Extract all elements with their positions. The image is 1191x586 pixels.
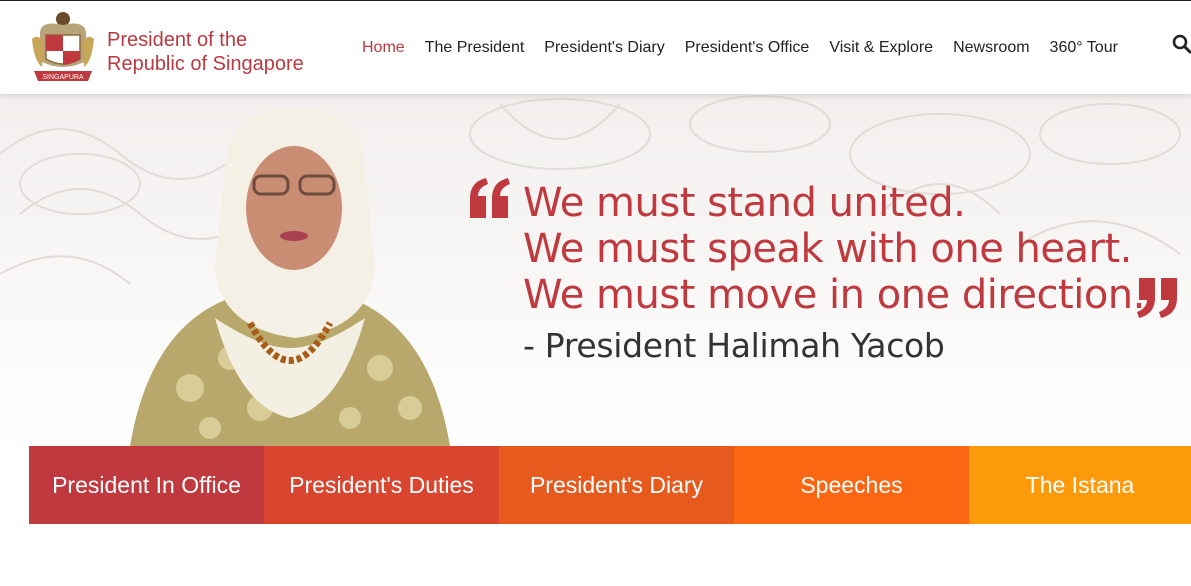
president-portrait-image — [130, 108, 450, 446]
quote-line-3: We must move in one direction. — [523, 272, 1145, 318]
quote-attribution: - President Halimah Yacob — [523, 326, 945, 365]
nav-visit-explore[interactable]: Visit & Explore — [829, 37, 933, 59]
site-header: SINGAPURA President of the Republic of S… — [0, 0, 1191, 94]
quote-line-1: We must stand united. — [523, 180, 966, 226]
main-nav: Home The President President's Diary Pre… — [362, 37, 1138, 59]
hero-banner: We must stand united. We must speak with… — [0, 94, 1191, 446]
site-title[interactable]: President of the Republic of Singapore — [107, 28, 304, 76]
hero-quote: We must stand united. We must speak with… — [523, 180, 1145, 318]
nav-newsroom[interactable]: Newsroom — [953, 37, 1029, 59]
quote-line-2: We must speak with one heart. — [523, 226, 1132, 272]
tile-the-istana[interactable]: The Istana — [969, 446, 1191, 524]
search-icon[interactable] — [1172, 34, 1191, 54]
nav-home[interactable]: Home — [362, 37, 405, 59]
tile-presidents-diary[interactable]: President's Diary — [499, 446, 734, 524]
nav-360-tour[interactable]: 360° Tour — [1050, 37, 1118, 59]
open-quote-icon — [470, 178, 510, 218]
feature-tiles: President In Office President's Duties P… — [29, 446, 1191, 524]
site-title-line1: President of the — [107, 29, 248, 51]
crest-banner-text: SINGAPURA — [42, 74, 84, 81]
tile-president-in-office[interactable]: President In Office — [29, 446, 264, 524]
close-quote-icon — [1137, 278, 1177, 318]
nav-presidents-diary[interactable]: President's Diary — [544, 37, 664, 59]
tile-speeches[interactable]: Speeches — [734, 446, 969, 524]
tile-presidents-duties[interactable]: President's Duties — [264, 446, 499, 524]
nav-the-president[interactable]: The President — [425, 37, 525, 59]
nav-presidents-office[interactable]: President's Office — [685, 37, 810, 59]
site-title-line2: Republic of Singapore — [107, 53, 304, 75]
presidential-crest-logo[interactable]: SINGAPURA — [28, 9, 98, 89]
